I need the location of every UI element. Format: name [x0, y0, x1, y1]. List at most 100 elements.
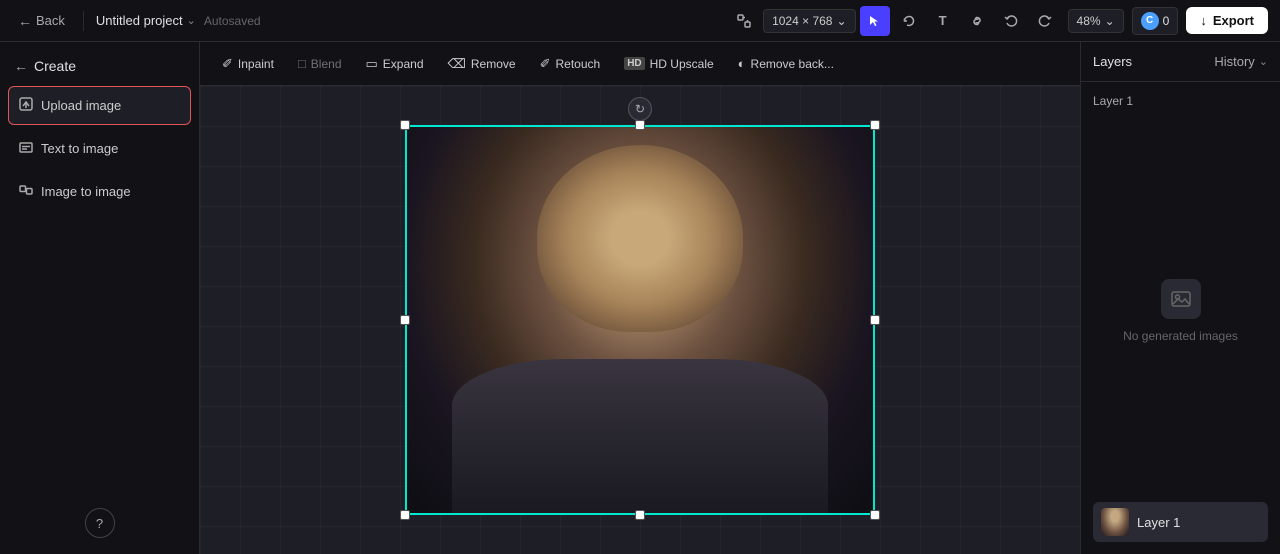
redo-icon — [1038, 14, 1052, 28]
zoom-button[interactable]: 48% ⌄ — [1068, 9, 1124, 33]
handle-bottom-right[interactable] — [870, 510, 880, 520]
canvas-image[interactable] — [405, 125, 875, 515]
upload-image-label: Upload image — [41, 98, 121, 113]
rotate-handle[interactable]: ↻ — [628, 97, 652, 121]
autosaved-label: Autosaved — [204, 14, 261, 28]
rotate-icon — [902, 14, 916, 28]
expand-icon: ▭ — [366, 56, 378, 72]
inpaint-button[interactable]: ✐ Inpaint — [212, 51, 284, 77]
upscale-label: HD Upscale — [650, 57, 714, 71]
handle-bottom-left[interactable] — [400, 510, 410, 520]
right-panel-content: Layer 1 No generated images Layer 1 — [1081, 82, 1280, 554]
text-tool-icon: T — [939, 13, 947, 28]
upscale-button[interactable]: HD HD Upscale — [614, 52, 723, 76]
zoom-chevron-icon: ⌄ — [1105, 14, 1115, 28]
handle-middle-left[interactable] — [400, 315, 410, 325]
retouch-icon: ✐ — [540, 56, 551, 72]
undo-icon — [1004, 14, 1018, 28]
canvas-area: ✐ Inpaint □ Blend ▭ Expand ⌫ Remove ✐ Re… — [200, 42, 1080, 554]
layer-label: Layer 1 — [1093, 94, 1268, 108]
export-download-icon: ↓ — [1200, 13, 1207, 28]
layer-item[interactable]: Layer 1 — [1093, 502, 1268, 542]
handle-top-right[interactable] — [870, 120, 880, 130]
text-image-icon-svg — [19, 140, 33, 154]
remove-bg-button[interactable]: ◐ Remove back... — [728, 51, 844, 76]
project-name[interactable]: Untitled project — [96, 13, 183, 28]
sidebar-item-upload-image[interactable]: Upload image — [8, 86, 191, 125]
text-to-image-icon — [19, 140, 33, 157]
help-button[interactable]: ? — [85, 508, 115, 538]
remove-label: Remove — [471, 57, 516, 71]
link-tool-button[interactable] — [962, 6, 992, 36]
expand-label: Expand — [383, 57, 424, 71]
fit-canvas-button[interactable] — [729, 6, 759, 36]
image-wrapper[interactable]: ↻ — [405, 125, 875, 515]
project-chevron-icon[interactable]: ⌄ — [187, 14, 196, 27]
redo-button[interactable] — [1030, 6, 1060, 36]
history-tab-area: History ⌄ — [1214, 50, 1268, 73]
export-label: Export — [1213, 13, 1254, 28]
credits-icon: C — [1141, 12, 1159, 30]
remove-bg-label: Remove back... — [751, 57, 834, 71]
rotate-tool-button[interactable] — [894, 6, 924, 36]
back-button[interactable]: ← Back — [12, 9, 71, 33]
handle-top-middle[interactable] — [635, 120, 645, 130]
create-header: ← Create — [8, 50, 191, 82]
canvas-container[interactable]: ↻ — [200, 86, 1080, 554]
right-panel: Layers History ⌄ Layer 1 No generated im… — [1080, 42, 1280, 554]
header-left: ← Back Untitled project ⌄ Autosaved — [12, 9, 721, 33]
no-generated-text: No generated images — [1123, 329, 1238, 343]
remove-bg-icon: ◐ — [738, 56, 746, 71]
blend-label: Blend — [311, 57, 342, 71]
canvas-size-button[interactable]: 1024 × 768 ⌄ — [763, 9, 855, 33]
create-header-label: Create — [34, 58, 76, 74]
select-tool-button[interactable] — [860, 6, 890, 36]
upload-image-icon — [19, 97, 33, 114]
handle-bottom-middle[interactable] — [635, 510, 645, 520]
retouch-button[interactable]: ✐ Retouch — [530, 51, 611, 77]
inpaint-label: Inpaint — [238, 57, 274, 71]
text-to-image-label: Text to image — [41, 141, 118, 156]
left-sidebar: ← Create Upload image Text to im — [0, 42, 200, 554]
no-generated-icon — [1161, 279, 1201, 319]
sidebar-item-text-to-image[interactable]: Text to image — [8, 129, 191, 168]
blend-button[interactable]: □ Blend — [288, 51, 352, 76]
tab-layers[interactable]: Layers — [1093, 50, 1132, 73]
main-layout: ← Create Upload image Text to im — [0, 42, 1280, 554]
image-placeholder-icon — [1170, 288, 1192, 310]
link-icon — [970, 14, 984, 28]
undo-button[interactable] — [996, 6, 1026, 36]
person-image — [405, 125, 875, 515]
handle-top-left[interactable] — [400, 120, 410, 130]
text-tool-button[interactable]: T — [928, 6, 958, 36]
handle-middle-right[interactable] — [870, 315, 880, 325]
tab-history[interactable]: History — [1214, 50, 1254, 73]
credits-button[interactable]: C 0 — [1132, 7, 1179, 35]
retouch-label: Retouch — [555, 57, 600, 71]
header-center: 1024 × 768 ⌄ T — [729, 6, 1059, 36]
inpaint-icon: ✐ — [222, 56, 233, 72]
layer-item-name: Layer 1 — [1137, 515, 1180, 530]
cursor-icon — [868, 14, 882, 28]
sidebar-item-image-to-image[interactable]: Image to image — [8, 172, 191, 211]
image-to-image-icon — [19, 183, 33, 200]
create-header-icon: ← — [14, 58, 28, 74]
expand-button[interactable]: ▭ Expand — [356, 51, 434, 77]
back-label: Back — [36, 13, 65, 28]
blend-icon: □ — [298, 56, 306, 71]
no-generated-area: No generated images — [1093, 120, 1268, 502]
canvas-size-label: 1024 × 768 — [772, 14, 832, 28]
export-button[interactable]: ↓ Export — [1186, 7, 1268, 34]
project-name-area: Untitled project ⌄ — [96, 13, 196, 28]
sidebar-spacer — [8, 215, 191, 496]
fit-icon — [736, 13, 752, 29]
collapse-icon[interactable]: ⌄ — [1259, 55, 1268, 68]
right-panel-tabs: Layers History ⌄ — [1081, 42, 1280, 82]
upscale-icon: HD — [624, 57, 644, 70]
zoom-level-label: 48% — [1077, 14, 1101, 28]
header-right: 48% ⌄ C 0 ↓ Export — [1068, 7, 1268, 35]
back-arrow-icon: ← — [18, 13, 32, 29]
layer-thumbnail — [1101, 508, 1129, 536]
remove-icon: ⌫ — [448, 56, 466, 72]
remove-button[interactable]: ⌫ Remove — [438, 51, 526, 77]
